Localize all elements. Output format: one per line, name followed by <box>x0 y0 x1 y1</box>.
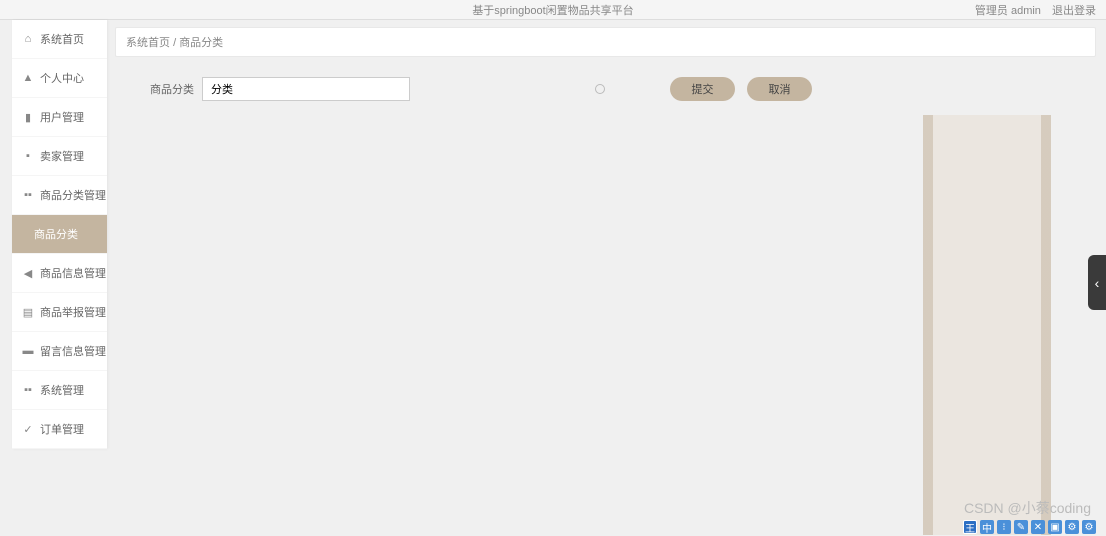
chevron-left-icon: ‹ <box>1095 275 1100 291</box>
slide-tab[interactable]: ‹ <box>1088 255 1106 310</box>
ime-icon[interactable]: ⚙ <box>1082 520 1096 534</box>
breadcrumb-home[interactable]: 系统首页 <box>126 37 170 49</box>
users-icon: ▮ <box>22 111 34 123</box>
form-area: 商品分类 提交 取消 <box>115 77 1096 101</box>
ime-icon[interactable]: ✕ <box>1031 520 1045 534</box>
sidebar: ⌂ 系统首页 ▲ 个人中心 ▮ 用户管理 ▪ 卖家管理 ▪▪ 商品分类管理 商品… <box>12 20 107 449</box>
form-buttons: 提交 取消 <box>670 77 812 101</box>
ime-icon[interactable]: ▣ <box>1048 520 1062 534</box>
breadcrumb: 系统首页 / 商品分类 <box>115 27 1096 57</box>
sidebar-label: 商品分类 <box>34 226 78 242</box>
sidebar-item-sellers[interactable]: ▪ 卖家管理 <box>12 137 107 176</box>
header-bar: 基于springboot闲置物品共享平台 管理员 admin 退出登录 <box>0 0 1106 20</box>
home-icon: ⌂ <box>22 33 34 45</box>
sidebar-label: 留言信息管理 <box>40 343 106 359</box>
sidebar-label: 商品举报管理 <box>40 304 106 320</box>
admin-label[interactable]: 管理员 admin <box>975 5 1041 17</box>
ime-icon[interactable]: 王 <box>963 520 977 534</box>
sidebar-item-orders[interactable]: ✓ 订单管理 <box>12 410 107 449</box>
sidebar-label: 个人中心 <box>40 70 84 86</box>
settings-icon: ▪▪ <box>22 384 34 396</box>
header-right: 管理员 admin 退出登录 <box>967 2 1096 18</box>
ime-toolbar: 王 中 ⁝ ✎ ✕ ▣ ⚙ ⚙ <box>963 520 1096 534</box>
sidebar-label: 商品分类管理 <box>40 187 106 203</box>
message-icon: ▬ <box>22 345 34 357</box>
sidebar-label: 卖家管理 <box>40 148 84 164</box>
grid-icon: ▪▪ <box>22 189 34 201</box>
logout-link[interactable]: 退出登录 <box>1052 5 1096 17</box>
breadcrumb-separator: / <box>173 37 176 49</box>
sidebar-label: 用户管理 <box>40 109 84 125</box>
category-input[interactable] <box>202 77 410 101</box>
seller-icon: ▪ <box>22 150 34 162</box>
report-icon: ▤ <box>22 306 34 318</box>
sidebar-item-system[interactable]: ▪▪ 系统管理 <box>12 371 107 410</box>
category-label: 商品分类 <box>150 81 194 97</box>
send-icon: ◀ <box>22 267 34 279</box>
sidebar-label: 订单管理 <box>40 421 84 437</box>
radio-icon <box>595 84 605 94</box>
sidebar-item-users[interactable]: ▮ 用户管理 <box>12 98 107 137</box>
sidebar-item-messages[interactable]: ▬ 留言信息管理 <box>12 332 107 371</box>
ime-icon[interactable]: ⁝ <box>997 520 1011 534</box>
cancel-button[interactable]: 取消 <box>747 77 812 101</box>
sidebar-item-product-info[interactable]: ◀ 商品信息管理 <box>12 254 107 293</box>
watermark: CSDN @小蔡coding <box>964 498 1091 518</box>
sidebar-item-report[interactable]: ▤ 商品举报管理 <box>12 293 107 332</box>
breadcrumb-current: 商品分类 <box>179 37 223 49</box>
sidebar-item-category-mgmt[interactable]: ▪▪ 商品分类管理 <box>12 176 107 215</box>
ime-icon[interactable]: ✎ <box>1014 520 1028 534</box>
sidebar-item-category[interactable]: 商品分类 <box>12 215 107 254</box>
user-icon: ▲ <box>22 72 34 84</box>
sidebar-label: 系统管理 <box>40 382 84 398</box>
order-icon: ✓ <box>22 423 34 435</box>
sidebar-label: 系统首页 <box>40 31 84 47</box>
app-title: 基于springboot闲置物品共享平台 <box>472 2 633 18</box>
radio-option[interactable] <box>595 84 605 94</box>
sidebar-label: 商品信息管理 <box>40 265 106 281</box>
submit-button[interactable]: 提交 <box>670 77 735 101</box>
sidebar-item-profile[interactable]: ▲ 个人中心 <box>12 59 107 98</box>
sidebar-item-home[interactable]: ⌂ 系统首页 <box>12 20 107 59</box>
ime-icon[interactable]: ⚙ <box>1065 520 1079 534</box>
right-panel <box>923 115 1051 535</box>
ime-icon[interactable]: 中 <box>980 520 994 534</box>
